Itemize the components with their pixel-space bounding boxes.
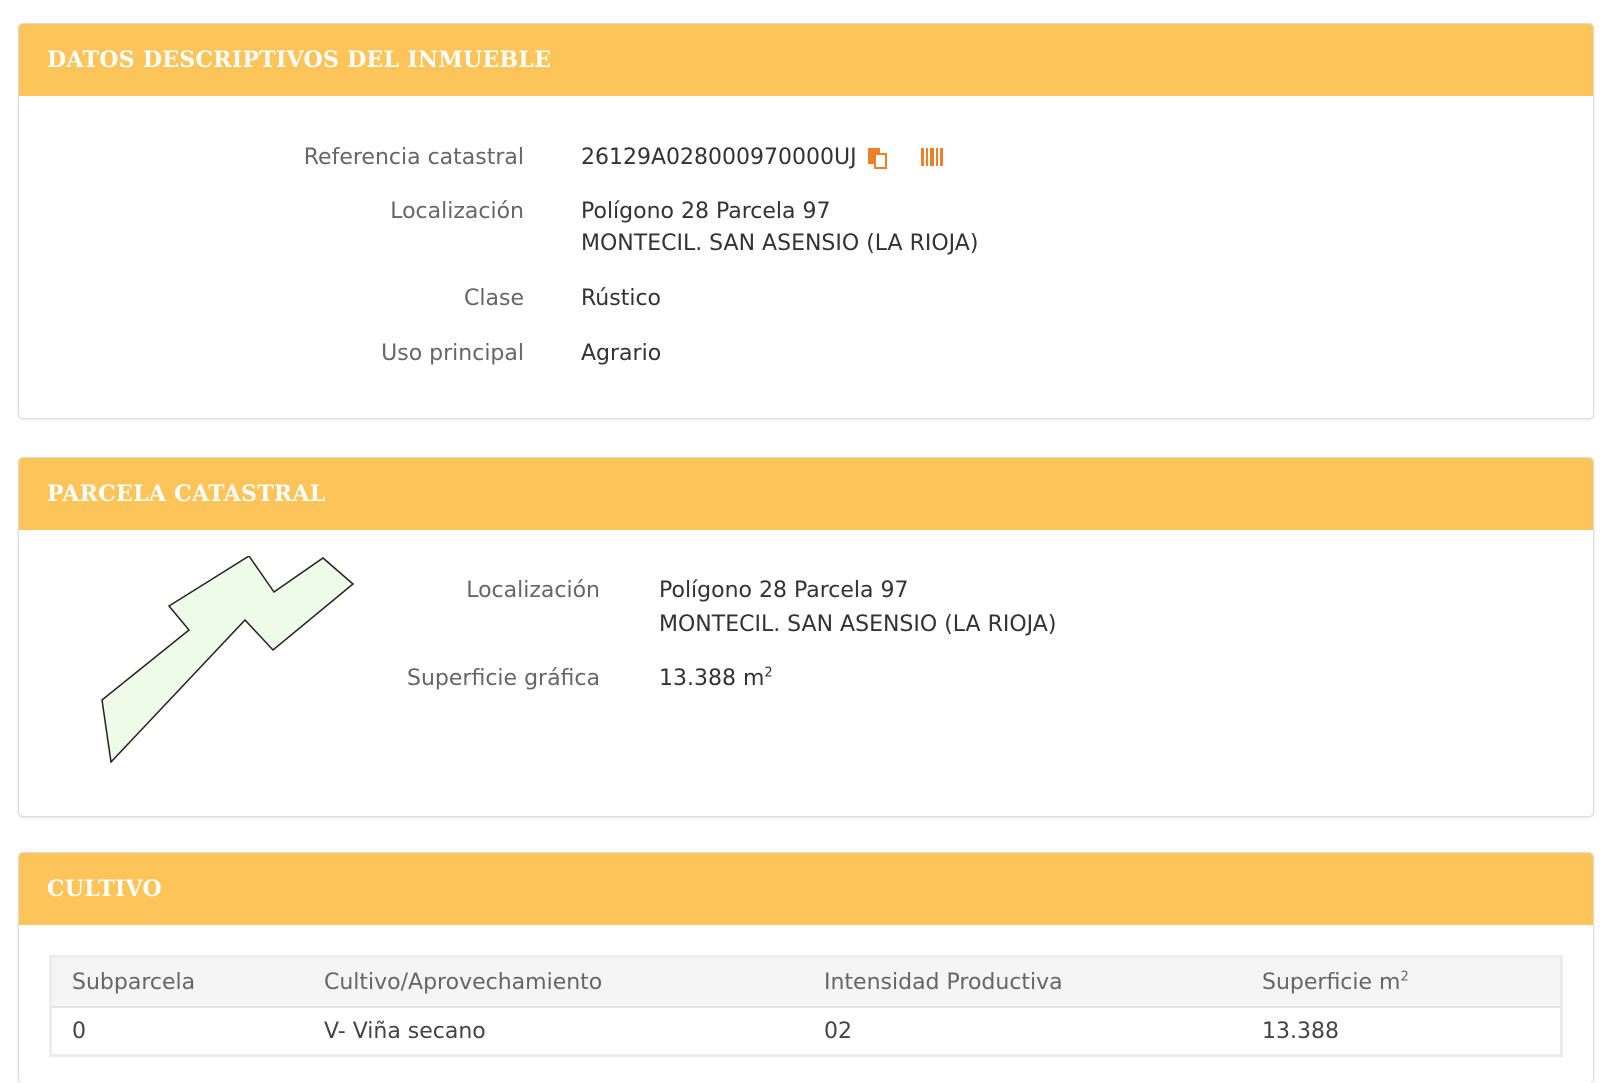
clase-label: Clase xyxy=(464,286,524,311)
panel-title: CULTIVO xyxy=(47,876,162,902)
col-intensidad: Intensidad Productiva xyxy=(804,956,1242,1008)
copy-icon[interactable] xyxy=(866,146,890,170)
superficie-grafica-label: Superficie gráfica xyxy=(407,666,600,691)
col-subparcela: Subparcela xyxy=(50,956,304,1008)
cell-superficie: 13.388 xyxy=(1262,1018,1339,1044)
clase-value: Rústico xyxy=(581,286,661,311)
parcela-localizacion-label: Localización xyxy=(466,578,600,603)
parcela-localizacion-line-2: MONTECIL. SAN ASENSIO (LA RIOJA) xyxy=(659,612,1057,637)
col-cultivo: Cultivo/Aprovechamiento xyxy=(304,956,804,1008)
cultivo-table: Subparcela Cultivo/Aprovechamiento Inten… xyxy=(49,955,1563,1057)
cell-intensidad: 02 xyxy=(824,1018,852,1044)
col-superficie-label: Superficie m xyxy=(1262,969,1401,995)
panel-header: DATOS DESCRIPTIVOS DEL INMUEBLE xyxy=(19,24,1593,96)
referencia-value[interactable]: 26129A028000970000UJ xyxy=(581,145,857,170)
datos-descriptivos-panel: DATOS DESCRIPTIVOS DEL INMUEBLE Referenc… xyxy=(18,23,1594,419)
superficie-exponent: 2 xyxy=(764,665,773,681)
panel-header: CULTIVO xyxy=(19,853,1593,925)
col-superficie-exponent: 2 xyxy=(1400,969,1409,985)
parcela-catastral-panel: PARCELA CATASTRAL Localización Polígono … xyxy=(18,457,1594,817)
cultivo-panel: CULTIVO Subparcela Cultivo/Aprovechamien… xyxy=(18,852,1594,1083)
panel-title: PARCELA CATASTRAL xyxy=(47,481,326,507)
parcela-localizacion-value: Polígono 28 Parcela 97 MONTECIL. SAN ASE… xyxy=(659,575,1056,641)
parcela-localizacion-line-1: Polígono 28 Parcela 97 xyxy=(659,578,909,603)
superficie-grafica-value: 13.388 m2 xyxy=(659,663,773,695)
referencia-label: Referencia catastral xyxy=(303,145,524,170)
table-row: 0 V- Viña secano 02 13.388 xyxy=(51,1007,1562,1056)
cell-subparcela: 0 xyxy=(72,1018,86,1044)
table-header-row: Subparcela Cultivo/Aprovechamiento Inten… xyxy=(50,956,1562,1008)
col-superficie: Superficie m2 xyxy=(1242,956,1562,1008)
referencia-value-group: 26129A028000970000UJ xyxy=(581,142,945,174)
superficie-grafica-number: 13.388 m xyxy=(659,666,765,691)
localizacion-line-1: Polígono 28 Parcela 97 xyxy=(581,199,831,224)
panel-title: DATOS DESCRIPTIVOS DEL INMUEBLE xyxy=(47,47,552,73)
panel-header: PARCELA CATASTRAL xyxy=(19,458,1593,530)
uso-principal-value: Agrario xyxy=(581,341,662,366)
localizacion-label: Localización xyxy=(390,199,524,224)
uso-principal-label: Uso principal xyxy=(381,341,524,366)
localizacion-value: Polígono 28 Parcela 97 MONTECIL. SAN ASE… xyxy=(581,196,978,260)
cell-cultivo: V- Viña secano xyxy=(324,1018,486,1044)
barcode-icon[interactable] xyxy=(919,146,945,170)
localizacion-line-2: MONTECIL. SAN ASENSIO (LA RIOJA) xyxy=(581,231,979,256)
